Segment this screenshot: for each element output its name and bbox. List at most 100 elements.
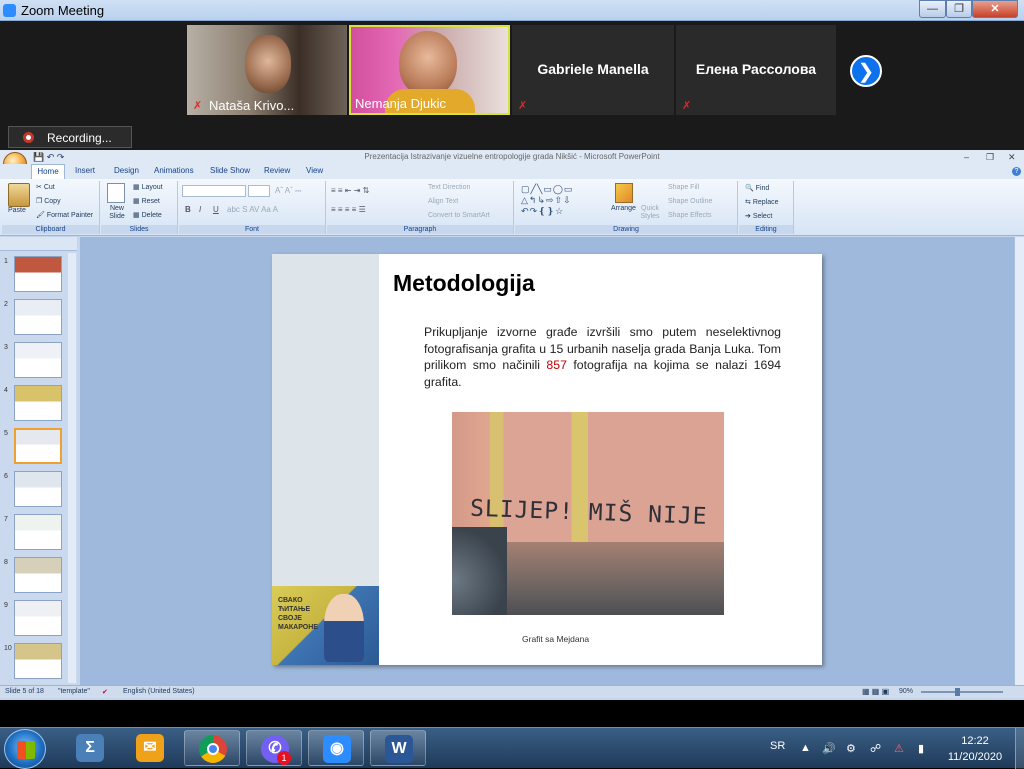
- clock-time[interactable]: 12:22: [950, 735, 1000, 747]
- tab-insert[interactable]: Insert: [75, 166, 95, 175]
- taskbar-viber[interactable]: ✆ 1: [246, 730, 302, 766]
- tab-design[interactable]: Design: [114, 166, 139, 175]
- font-name-box[interactable]: [182, 185, 246, 197]
- slide-thumbnail[interactable]: [14, 514, 62, 550]
- italic-button[interactable]: I: [199, 205, 201, 214]
- new-slide-button[interactable]: New Slide: [105, 205, 129, 221]
- quick-styles-button[interactable]: Quick Styles: [639, 205, 661, 221]
- find-button[interactable]: 🔍 Find: [745, 184, 769, 192]
- pp-close-button[interactable]: ✕: [1008, 150, 1016, 164]
- minimize-button[interactable]: —: [919, 0, 946, 18]
- slide-thumbnail[interactable]: [14, 385, 62, 421]
- underline-button[interactable]: U: [213, 205, 219, 214]
- participant-tile-active[interactable]: Nemanja Djukic: [349, 25, 510, 115]
- layout-button[interactable]: ▦ Layout: [133, 183, 163, 191]
- list-buttons[interactable]: ≡ ≡ ⇤ ⇥ ⇅: [331, 186, 369, 195]
- quick-access-toolbar[interactable]: 💾 ↶ ↷: [33, 152, 64, 163]
- participant-tile[interactable]: Gabriele Manella ✗: [512, 25, 674, 115]
- delete-button[interactable]: ▦ Delete: [133, 211, 162, 219]
- reset-button[interactable]: ▦ Reset: [133, 197, 160, 205]
- slide-thumbnail[interactable]: [14, 471, 62, 507]
- slide-title[interactable]: Metodologija: [393, 270, 535, 297]
- slide-thumbnail-number: 7: [4, 516, 8, 523]
- slide-canvas[interactable]: СВАКО ЋИТАЊЕ СВОЈЕ МАКАРОНЕ Metodologija…: [272, 254, 822, 665]
- tab-home[interactable]: Home: [31, 164, 65, 179]
- slide-thumbnail[interactable]: [14, 256, 62, 292]
- format-painter-button[interactable]: 🖌 Format Painter: [36, 211, 93, 219]
- slide-thumbnail[interactable]: [14, 557, 62, 593]
- start-button[interactable]: [4, 729, 46, 769]
- tab-animations[interactable]: Animations: [154, 166, 194, 175]
- taskbar-chrome[interactable]: [184, 730, 240, 766]
- spellcheck-icon[interactable]: ✔: [102, 688, 108, 696]
- shape-outline-button[interactable]: Shape Outline: [668, 198, 712, 205]
- taskbar-calculator[interactable]: Σ: [62, 730, 118, 766]
- slide-thumbnail[interactable]: [14, 428, 62, 464]
- slide-thumbnail[interactable]: [14, 342, 62, 378]
- text-direction-button[interactable]: Text Direction: [428, 184, 470, 191]
- restore-button[interactable]: ❐: [946, 0, 972, 18]
- slide-thumbnail[interactable]: [14, 643, 62, 679]
- align-buttons[interactable]: ≡ ≡ ≡ ≡ ☰: [331, 205, 366, 214]
- help-icon[interactable]: ?: [1012, 167, 1021, 176]
- zoom-slider-thumb[interactable]: [955, 688, 960, 696]
- slides-panel-tabs[interactable]: [0, 237, 77, 251]
- mural-photo[interactable]: СВАКО ЋИТАЊЕ СВОЈЕ МАКАРОНЕ: [272, 586, 379, 665]
- tab-slide-show[interactable]: Slide Show: [210, 166, 250, 175]
- tab-review[interactable]: Review: [264, 166, 290, 175]
- graffiti-photo[interactable]: SLIJEP! MIŠ NIJE SLIJEP!: [452, 412, 724, 615]
- bold-button[interactable]: B: [185, 205, 191, 214]
- slide-thumbnail[interactable]: [14, 600, 62, 636]
- body-text-highlight: 857: [546, 358, 567, 372]
- clipboard-group-label: Clipboard: [2, 225, 99, 234]
- next-page-arrow-icon[interactable]: ❯: [850, 55, 882, 87]
- language-indicator[interactable]: English (United States): [123, 688, 195, 695]
- signal-icon[interactable]: ▮: [918, 742, 924, 755]
- pp-restore-button[interactable]: ❐: [986, 150, 994, 164]
- ribbon: Paste ✂ Cut ❐ Copy 🖌 Format Painter Clip…: [0, 179, 1024, 236]
- drawing-group: ▢╱╲▭◯▭ △↰↳⇨⇧⇩ ↶↷❴❵☆ Arrange Quick Styles S…: [515, 181, 738, 234]
- copy-button[interactable]: ❐ Copy: [36, 197, 61, 205]
- paste-button[interactable]: Paste: [8, 207, 26, 214]
- close-button[interactable]: ✕: [972, 0, 1018, 18]
- pp-minimize-button[interactable]: –: [964, 150, 969, 164]
- arrange-button[interactable]: Arrange: [611, 205, 636, 212]
- align-text-button[interactable]: Align Text: [428, 198, 458, 205]
- shape-fill-button[interactable]: Shape Fill: [668, 184, 699, 191]
- shape-effects-button[interactable]: Shape Effects: [668, 212, 711, 219]
- clock-date[interactable]: 11/20/2020: [942, 751, 1008, 763]
- zoom-level[interactable]: 90%: [899, 688, 913, 695]
- cut-button[interactable]: ✂ Cut: [36, 183, 55, 191]
- convert-smartart-button[interactable]: Convert to SmartArt: [428, 212, 490, 219]
- participant-tile[interactable]: Елена Рассолова ✗: [676, 25, 836, 115]
- volume-icon[interactable]: 🔊: [822, 742, 836, 755]
- slide-body-text[interactable]: Prikupljanje izvorne građe izvršili smo …: [424, 324, 781, 390]
- slide-thumbnail-number: 5: [4, 430, 8, 437]
- slide-thumbnail[interactable]: [14, 299, 62, 335]
- taskbar-outlook[interactable]: ✉: [122, 730, 178, 766]
- participant-tile[interactable]: ✗ Nataša Krivo...: [187, 25, 347, 115]
- muted-mic-icon: ✗: [193, 100, 203, 112]
- grow-shrink-font-buttons[interactable]: Aˆ Aˇ ⎓: [275, 186, 301, 196]
- taskbar-zoom[interactable]: ◉: [308, 730, 364, 766]
- show-desktop-button[interactable]: [1015, 728, 1024, 769]
- vertical-scrollbar[interactable]: [1014, 237, 1024, 685]
- view-buttons[interactable]: ▦ ▦ ▣: [862, 687, 889, 696]
- slides-group: New Slide ▦ Layout ▦ Reset ▦ Delete Slid…: [101, 181, 178, 234]
- replace-button[interactable]: ⇆ Replace: [745, 198, 779, 206]
- font-size-box[interactable]: [248, 185, 270, 197]
- tab-view[interactable]: View: [306, 166, 323, 175]
- zoom-slider[interactable]: [921, 691, 1003, 693]
- slides-panel-scrollbar[interactable]: [68, 253, 76, 683]
- network-warning-icon[interactable]: ⚠: [894, 742, 904, 755]
- language-indicator[interactable]: SR: [770, 740, 785, 752]
- shapes-gallery[interactable]: ▢╱╲▭◯▭ △↰↳⇨⇧⇩ ↶↷❴❵☆: [521, 184, 573, 217]
- font-format-buttons[interactable]: abc S AV Aa A: [227, 205, 278, 214]
- taskbar-word[interactable]: W: [370, 730, 426, 766]
- tray-app-icon[interactable]: ☍: [870, 742, 881, 755]
- tray-app-icon[interactable]: ⚙: [846, 742, 856, 755]
- tray-expand-icon[interactable]: ▲: [800, 742, 811, 754]
- select-button[interactable]: ➔ Select: [745, 212, 772, 220]
- photo-caption[interactable]: Grafit sa Mejdana: [522, 634, 589, 644]
- recording-indicator[interactable]: Recording...: [8, 126, 132, 148]
